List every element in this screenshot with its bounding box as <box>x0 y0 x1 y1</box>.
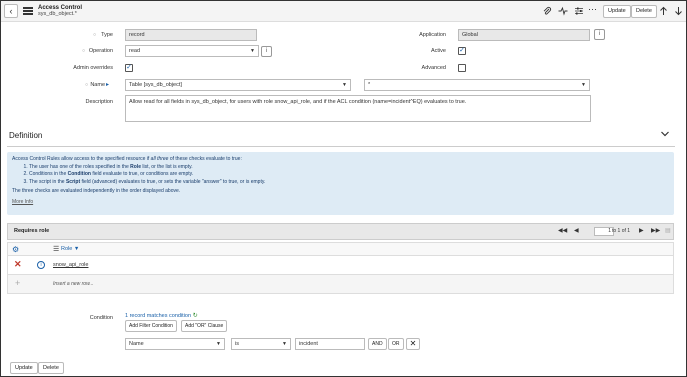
info-checks-list: The user has one of the roles specified … <box>12 164 669 187</box>
settings-sliders-icon[interactable] <box>574 6 584 16</box>
more-info-link[interactable]: More Info <box>12 199 669 207</box>
sort-down-icon: ▼ <box>73 246 80 252</box>
role-table-header: ⚙ ☰ Role ▼ <box>7 242 674 256</box>
more-options-icon[interactable]: ⋯ <box>588 5 597 14</box>
first-page-icon[interactable]: ◀◀ <box>558 227 567 236</box>
title-block: Access Control sys_db_object.* <box>38 5 82 17</box>
delete-row-icon[interactable]: ✕ <box>14 259 22 270</box>
name-label: Name <box>90 82 105 88</box>
back-button[interactable]: ‹ <box>4 4 18 18</box>
or-button[interactable]: OR <box>388 338 404 350</box>
operation-mandatory-icon: ○ <box>82 48 86 54</box>
application-label: Application <box>419 32 446 38</box>
add-or-clause-button[interactable]: Add "OR" Clause <box>181 320 228 332</box>
operation-value: read <box>129 48 141 54</box>
records-match-link[interactable]: 1 record matches condition ↻ <box>125 312 198 319</box>
type-field: record <box>125 29 257 41</box>
last-page-icon[interactable]: ▶▶ <box>651 227 660 236</box>
footer-delete-button[interactable]: Delete <box>38 362 64 374</box>
remove-condition-icon[interactable]: ✕ <box>406 338 420 350</box>
hamburger-menu-icon[interactable] <box>23 7 33 15</box>
active-label: Active <box>431 48 446 54</box>
page-number-input[interactable]: 1 <box>594 227 614 236</box>
activity-icon[interactable] <box>558 6 568 16</box>
arrow-down-icon[interactable] <box>674 6 683 16</box>
arrow-up-icon[interactable] <box>659 6 668 16</box>
name-table-value: Table [sys_db_object] <box>129 82 182 88</box>
requires-role-header: Requires role ◀◀ ◀ 1 to 1 of 1 ▶ ▶▶ ▤ <box>7 223 674 240</box>
active-checkbox[interactable]: ✓ <box>458 47 466 55</box>
condition-field-select[interactable]: Name ▼ <box>125 338 225 350</box>
insert-new-row-input[interactable]: Insert a new row... <box>53 281 94 287</box>
type-mandatory-icon: ○ <box>93 32 97 38</box>
page-subtitle: sys_db_object.* <box>38 11 77 17</box>
role-cell[interactable]: snow_api_role <box>53 262 88 268</box>
previous-page-icon[interactable]: ◀ <box>574 227 579 236</box>
list-layout-icon[interactable]: ▤ <box>665 227 671 236</box>
acl-info-box: Access Control Rules allow access to the… <box>7 152 674 215</box>
column-menu-icon[interactable]: ☰ <box>53 245 59 253</box>
role-column-header[interactable]: Role ▼ <box>61 246 79 252</box>
type-label: Type <box>101 32 113 38</box>
admin-overrides-label: Admin overrides <box>73 65 113 71</box>
add-row-icon[interactable]: + <box>15 278 20 288</box>
page-of-label: to 1 of 1 <box>612 228 631 234</box>
name-field-select[interactable]: * ▼ <box>364 79 590 91</box>
attachment-icon[interactable] <box>542 6 552 16</box>
advanced-checkbox[interactable] <box>458 64 466 72</box>
chevron-down-icon: ▼ <box>216 341 221 347</box>
header-delete-button[interactable]: Delete <box>631 5 657 18</box>
operation-select[interactable]: read ▼ <box>125 45 259 57</box>
list-item: The user has one of the roles specified … <box>29 164 669 172</box>
chevron-down-icon: ▼ <box>342 82 347 88</box>
header-update-button[interactable]: Update <box>603 5 631 18</box>
condition-operator-value: is <box>235 341 239 347</box>
info-footer: The three checks are evaluated independe… <box>12 188 181 194</box>
list-item: Conditions in the Condition field evalua… <box>29 171 669 179</box>
condition-value-input[interactable]: incident <box>295 338 365 350</box>
condition-label: Condition <box>89 315 113 321</box>
insert-row: + Insert a new row... <box>7 275 674 294</box>
operation-info-icon[interactable]: i <box>261 46 272 57</box>
section-divider <box>7 146 675 147</box>
next-page-icon[interactable]: ▶ <box>639 227 644 236</box>
definition-section-title: Definition <box>9 131 43 140</box>
condition-field-value: Name <box>129 341 144 347</box>
name-table-select[interactable]: Table [sys_db_object] ▼ <box>125 79 351 91</box>
chevron-down-icon: ▼ <box>581 82 586 88</box>
requires-role-title: Requires role <box>14 228 50 234</box>
chevron-down-icon: ▼ <box>282 341 287 347</box>
table-row: ✕ i snow_api_role <box>7 256 674 275</box>
add-filter-condition-button[interactable]: Add Filter Condition <box>125 320 177 332</box>
name-mandatory-icon: ○ <box>85 82 89 88</box>
application-info-icon[interactable]: i <box>594 29 605 40</box>
and-button[interactable]: AND <box>368 338 387 350</box>
advanced-label: Advanced <box>421 65 446 71</box>
description-textarea[interactable]: Allow read for all fields in sys_db_obje… <box>125 95 591 122</box>
condition-operator-select[interactable]: is ▼ <box>231 338 291 350</box>
chevron-down-icon: ▼ <box>250 48 255 54</box>
list-item: The script in the Script field (advanced… <box>29 179 669 187</box>
refresh-icon[interactable]: ↻ <box>191 313 198 319</box>
application-field: Global <box>458 29 590 41</box>
form-header: ‹ Access Control sys_db_object.* ⋯ Updat… <box>1 1 686 22</box>
footer-update-button[interactable]: Update <box>10 362 38 374</box>
name-expand-icon[interactable]: ▸ <box>106 81 109 88</box>
description-label: Description <box>85 99 113 105</box>
admin-overrides-checkbox[interactable]: ✓ <box>125 64 133 72</box>
name-field-value: * <box>368 82 371 88</box>
row-info-icon[interactable]: i <box>37 261 45 269</box>
operation-label: Operation <box>88 48 113 54</box>
info-intro: Access Control Rules allow access to the… <box>12 156 242 162</box>
gear-icon[interactable]: ⚙ <box>12 245 19 254</box>
chevron-down-icon[interactable] <box>660 130 670 138</box>
